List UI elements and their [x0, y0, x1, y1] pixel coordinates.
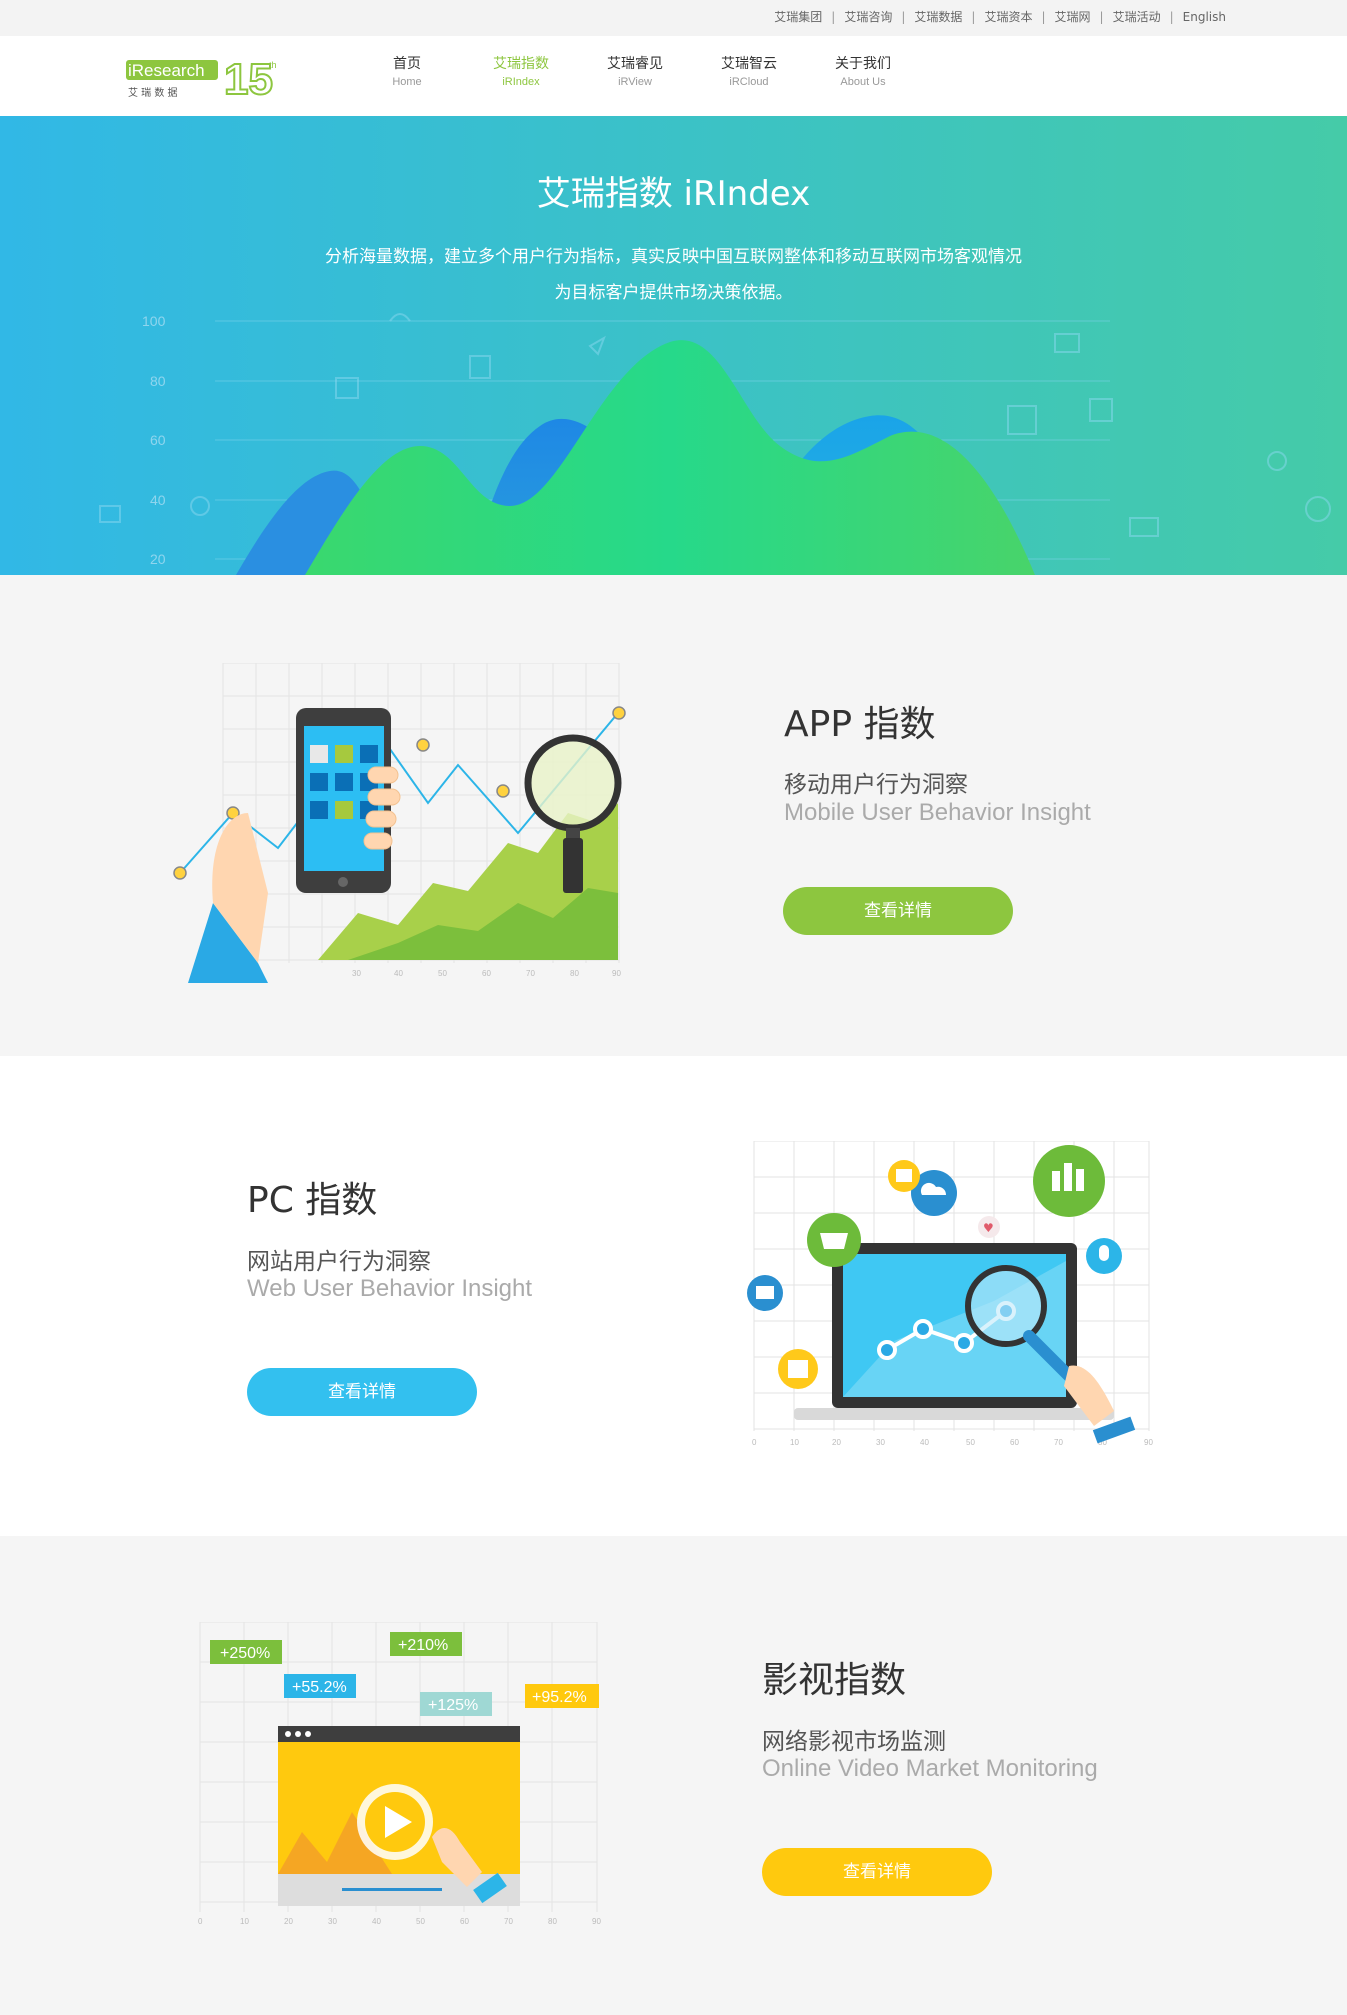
app-index-details-button[interactable]: 查看详情: [783, 887, 1013, 935]
svg-text:60: 60: [150, 432, 166, 448]
svg-text:90: 90: [592, 1917, 601, 1926]
top-bar: 艾瑞集团 | 艾瑞咨询 | 艾瑞数据 | 艾瑞资本 | 艾瑞网 | 艾瑞活动 | Engli…: [0, 0, 1347, 36]
svg-text:50: 50: [966, 1438, 975, 1447]
svg-text:+95.2%: +95.2%: [532, 1689, 587, 1706]
svg-text:♥: ♥: [983, 1221, 994, 1235]
app-index-section: 0 3040 5060 7080 90: [0, 575, 1347, 1056]
site-header: iResearch 艾 瑞 数 据 15 th 首页 Home 艾瑞指数 iRI…: [0, 36, 1347, 116]
pc-index-section: PC 指数 网站用户行为洞察 Web User Behavior Insight…: [0, 1056, 1347, 1536]
svg-text:20: 20: [150, 551, 166, 567]
main-nav: 首页 Home 艾瑞指数 iRIndex 艾瑞睿见 iRView 艾瑞智云 iR…: [350, 54, 920, 90]
hero-description-line1: 分析海量数据，建立多个用户行为指标，真实反映中国互联网整体和移动互联网市场客观情…: [325, 247, 1022, 267]
svg-text:40: 40: [920, 1438, 929, 1447]
svg-text:90: 90: [612, 969, 621, 978]
nav-irindex[interactable]: 艾瑞指数 iRIndex: [464, 54, 578, 90]
svg-text:30: 30: [876, 1438, 885, 1447]
svg-text:40: 40: [372, 1917, 381, 1926]
svg-text:70: 70: [1054, 1438, 1063, 1447]
svg-text:15: 15: [224, 55, 273, 102]
svg-text:20: 20: [284, 1917, 293, 1926]
svg-text:+125%: +125%: [428, 1697, 478, 1714]
svg-text:10: 10: [240, 1917, 249, 1926]
svg-text:+210%: +210%: [398, 1637, 448, 1654]
svg-text:th: th: [269, 60, 277, 70]
app-index-title: APP 指数: [784, 704, 936, 745]
svg-text:90: 90: [1144, 1438, 1153, 1447]
app-index-subtitle-en: Mobile User Behavior Insight: [784, 799, 1091, 826]
svg-text:+55.2%: +55.2%: [292, 1679, 347, 1696]
toplink-consulting[interactable]: 艾瑞咨询: [844, 8, 892, 25]
toplink-iresearch-net[interactable]: 艾瑞网: [1055, 8, 1091, 25]
hero-title: 艾瑞指数 iRIndex: [536, 174, 811, 214]
svg-text:80: 80: [570, 969, 579, 978]
app-index-illustration: 0 3040 5060 7080 90: [173, 663, 626, 983]
toplink-group[interactable]: 艾瑞集团: [774, 8, 822, 25]
app-index-subtitle: 移动用户行为洞察: [784, 772, 968, 798]
video-index-subtitle-en: Online Video Market Monitoring: [762, 1755, 1098, 1782]
group-links: 艾瑞集团 | 艾瑞咨询 | 艾瑞数据 | 艾瑞资本 | 艾瑞网 | 艾瑞活动 | Engli…: [774, 8, 1226, 25]
pc-index-subtitle-en: Web User Behavior Insight: [247, 1275, 533, 1302]
svg-text:100: 100: [142, 313, 166, 329]
svg-text:80: 80: [150, 373, 166, 389]
svg-text:50: 50: [416, 1917, 425, 1926]
svg-text:0: 0: [752, 1438, 757, 1447]
nav-ircloud[interactable]: 艾瑞智云 iRCloud: [692, 54, 806, 90]
toplink-capital[interactable]: 艾瑞资本: [984, 8, 1032, 25]
pc-index-details-button[interactable]: 查看详情: [247, 1368, 477, 1416]
video-index-title: 影视指数: [762, 1660, 907, 1701]
pc-index-title: PC 指数: [247, 1180, 378, 1221]
svg-text:30: 30: [328, 1917, 337, 1926]
pc-index-illustration: 0 10 20 30 40 50 60 70 80 90 ♥: [747, 1141, 1153, 1447]
svg-text:70: 70: [504, 1917, 513, 1926]
svg-text:40: 40: [150, 492, 166, 508]
hero-description-line2: 为目标客户提供市场决策依据。: [554, 283, 793, 303]
video-index-details-button[interactable]: 查看详情: [762, 1848, 992, 1896]
svg-text:iResearch: iResearch: [128, 61, 205, 80]
svg-text:30: 30: [352, 969, 361, 978]
pc-index-subtitle: 网站用户行为洞察: [247, 1249, 431, 1275]
svg-text:20: 20: [832, 1438, 841, 1447]
toplink-data[interactable]: 艾瑞数据: [914, 8, 962, 25]
svg-text:艾 瑞 数 据: 艾 瑞 数 据: [128, 86, 178, 99]
svg-text:10: 10: [790, 1438, 799, 1447]
nav-about[interactable]: 关于我们 About Us: [806, 54, 920, 90]
svg-text:40: 40: [394, 969, 403, 978]
svg-text:60: 60: [460, 1917, 469, 1926]
svg-text:0: 0: [198, 1917, 203, 1926]
nav-irview[interactable]: 艾瑞睿见 iRView: [578, 54, 692, 90]
svg-text:80: 80: [548, 1917, 557, 1926]
video-index-illustration: 0 10 20 30 40 50 60 70 80 90 +250% +210% +55.…: [198, 1622, 601, 1926]
video-index-subtitle: 网络影视市场监测: [762, 1729, 946, 1755]
svg-text:+250%: +250%: [220, 1645, 270, 1662]
iresearch-logo[interactable]: iResearch 艾 瑞 数 据 15 th: [124, 52, 284, 105]
svg-text:70: 70: [526, 969, 535, 978]
svg-text:60: 60: [482, 969, 491, 978]
toplink-english[interactable]: English: [1183, 10, 1226, 24]
svg-text:50: 50: [438, 969, 447, 978]
nav-home[interactable]: 首页 Home: [350, 54, 464, 90]
video-index-section: 0 10 20 30 40 50 60 70 80 90 +250% +210% +55.…: [0, 1536, 1347, 2015]
hero-banner: 100 80 60 40 20 艾瑞指数 iRIndex 分析海量数据，建立多个: [0, 116, 1347, 575]
svg-text:60: 60: [1010, 1438, 1019, 1447]
toplink-events[interactable]: 艾瑞活动: [1113, 8, 1161, 25]
